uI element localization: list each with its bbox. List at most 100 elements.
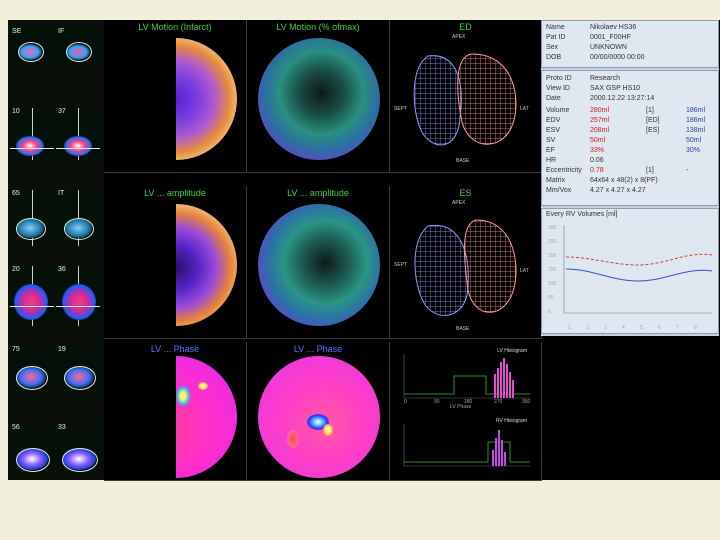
slice-thumbnail[interactable]: 36	[56, 266, 100, 326]
slice-label: 56	[12, 424, 20, 431]
graph-y-tick: 200	[548, 253, 557, 259]
info-value: 257ml	[590, 117, 610, 124]
panel-title: LV Motion (% ofmax)	[276, 22, 360, 32]
info-unit: [1]	[646, 107, 654, 114]
lv-phase-histogram: LV Histogram 0 90 180 270 360 LV Phase	[394, 346, 537, 410]
mesh-apex-label: APEX	[452, 200, 466, 206]
info-value: 0.78	[590, 167, 604, 174]
info-key: Mm/Vox	[546, 187, 572, 194]
info-key: Volume	[546, 107, 570, 114]
es-mesh-panel[interactable]: ES APEX SEPT LAT BASE	[390, 186, 542, 339]
slice-label: 19	[58, 346, 66, 353]
ventricle-mesh	[413, 53, 517, 146]
info-key: View ID	[546, 85, 570, 92]
graph-y-tick: 300	[548, 225, 557, 231]
slice-label: SE	[12, 28, 22, 35]
slice-thumbnail[interactable]: IT	[56, 190, 100, 246]
graph-x-tick: 3	[604, 325, 607, 331]
volume-curve	[563, 225, 713, 314]
slice-thumbnail[interactable]: 10	[10, 108, 54, 160]
info-value: 0001_F00HF	[590, 34, 631, 41]
graph-title: Every RV Volumes [ml]	[546, 211, 618, 218]
info-value: 0.06	[590, 157, 604, 164]
mesh-septal-label: SEPT	[394, 262, 408, 268]
graph-x-tick: 4	[622, 325, 625, 331]
graph-y-tick: 150	[548, 267, 557, 273]
graph-y-tick: 0	[548, 309, 551, 315]
slice-thumbnail[interactable]: SE	[10, 28, 54, 66]
slice-thumbnail[interactable]: IF	[56, 28, 100, 66]
info-key: Eccentricity	[546, 167, 582, 174]
histogram-tick: 270	[494, 399, 503, 405]
panel-title: LV ... amplitude	[144, 188, 206, 198]
ed-mesh-panel[interactable]: ED APEX SEPT LAT BASE	[390, 20, 542, 173]
info-key: Date	[546, 95, 561, 102]
panel-title: LV ... Phase	[150, 344, 200, 354]
slice-label: 75	[12, 346, 20, 353]
ventricle-mesh	[414, 219, 517, 316]
info-key: Sex	[546, 44, 559, 51]
slice-thumbnail[interactable]: 20	[10, 266, 54, 326]
study-metrics-box: Proto ID Research View ID SAX GSP HS10 D…	[541, 70, 719, 206]
rv-phase-histogram: RV Histogram	[394, 416, 537, 476]
histogram-axis-label: LV Phase	[450, 404, 472, 410]
slice-label: 20	[12, 266, 20, 273]
slice-thumbnail[interactable]: 75	[10, 346, 54, 396]
info-key: Proto ID	[546, 75, 572, 82]
info-unit: [1]	[646, 167, 654, 174]
info-value: 64x64 x 48(2) x 8(PF)	[590, 177, 658, 184]
info-key: Matrix	[546, 177, 566, 184]
lv-phase-panel[interactable]: LV ... Phase	[104, 342, 247, 481]
slice-label: IT	[58, 190, 65, 197]
graph-x-tick: 1	[568, 325, 571, 331]
lv-phase-2-panel[interactable]: LV ... Phase	[247, 342, 390, 481]
panel-title: LV ... Phase	[293, 344, 343, 354]
info-key: HR	[546, 157, 557, 164]
histogram-tick: 360	[522, 399, 531, 405]
slice-thumbnail[interactable]: 56	[10, 424, 54, 474]
info-value: UNKNOWN	[590, 44, 627, 51]
info-value: 208ml	[590, 127, 610, 134]
info-unit: [ES]	[646, 127, 660, 134]
info-key: EDV	[546, 117, 561, 124]
graph-y-tick: 250	[548, 239, 557, 245]
slice-thumbnail[interactable]: 37	[56, 108, 100, 160]
panel-title: LV ... amplitude	[287, 188, 349, 198]
histogram-tick: 0	[404, 399, 407, 405]
spect-analysis-window: SE IF 10 37 65 IT 20 36 75 19 56 33 LV M…	[8, 20, 720, 481]
slice-label: 33	[58, 424, 66, 431]
lv-motion-panel[interactable]: LV Motion (Infarct)	[104, 20, 247, 173]
graph-y-tick: 50	[548, 295, 554, 301]
info-value-alt: 30%	[686, 147, 701, 154]
panel-title: ES	[459, 188, 472, 198]
slice-label: IF	[58, 28, 65, 35]
lv-amplitude-2-panel[interactable]: LV ... amplitude	[247, 186, 390, 339]
panel-title: ED	[459, 22, 472, 32]
phase-histograms-panel[interactable]: LV Histogram 0 90 180 270 360 LV Phase R…	[390, 342, 542, 481]
info-key: EF	[546, 147, 555, 154]
info-value-alt: 186ml	[686, 117, 706, 124]
info-value-alt: 50ml	[686, 137, 702, 144]
info-key: Name	[546, 24, 565, 31]
info-value: SAX GSP HS10	[590, 85, 641, 92]
info-key: Pat ID	[546, 34, 566, 41]
histogram-tick: 90	[434, 399, 440, 405]
graph-x-tick: 6	[658, 325, 661, 331]
polar-map	[258, 38, 380, 160]
graph-x-tick: 5	[640, 325, 643, 331]
study-info-panel: Name Nikolaev HS36 Pat ID 0001_F00HF Sex…	[541, 20, 719, 336]
graph-y-tick: 100	[548, 281, 557, 287]
info-value: 2000.12.22 13:27:14	[590, 95, 655, 102]
slice-label: 37	[58, 108, 66, 115]
slice-strip: SE IF 10 37 65 IT 20 36 75 19 56 33	[8, 20, 104, 480]
lv-amplitude-panel[interactable]: LV ... amplitude	[104, 186, 247, 339]
info-unit: [ED]	[646, 117, 660, 124]
mesh-base-label: BASE	[456, 158, 470, 164]
slice-thumbnail[interactable]: 65	[10, 190, 54, 246]
slice-thumbnail[interactable]: 19	[56, 346, 100, 396]
slice-label: 10	[12, 108, 20, 115]
slice-label: 65	[12, 190, 20, 197]
info-value: 280ml	[590, 107, 610, 114]
slice-thumbnail[interactable]: 33	[56, 424, 100, 474]
lv-motion-relative-panel[interactable]: LV Motion (% ofmax)	[247, 20, 390, 173]
